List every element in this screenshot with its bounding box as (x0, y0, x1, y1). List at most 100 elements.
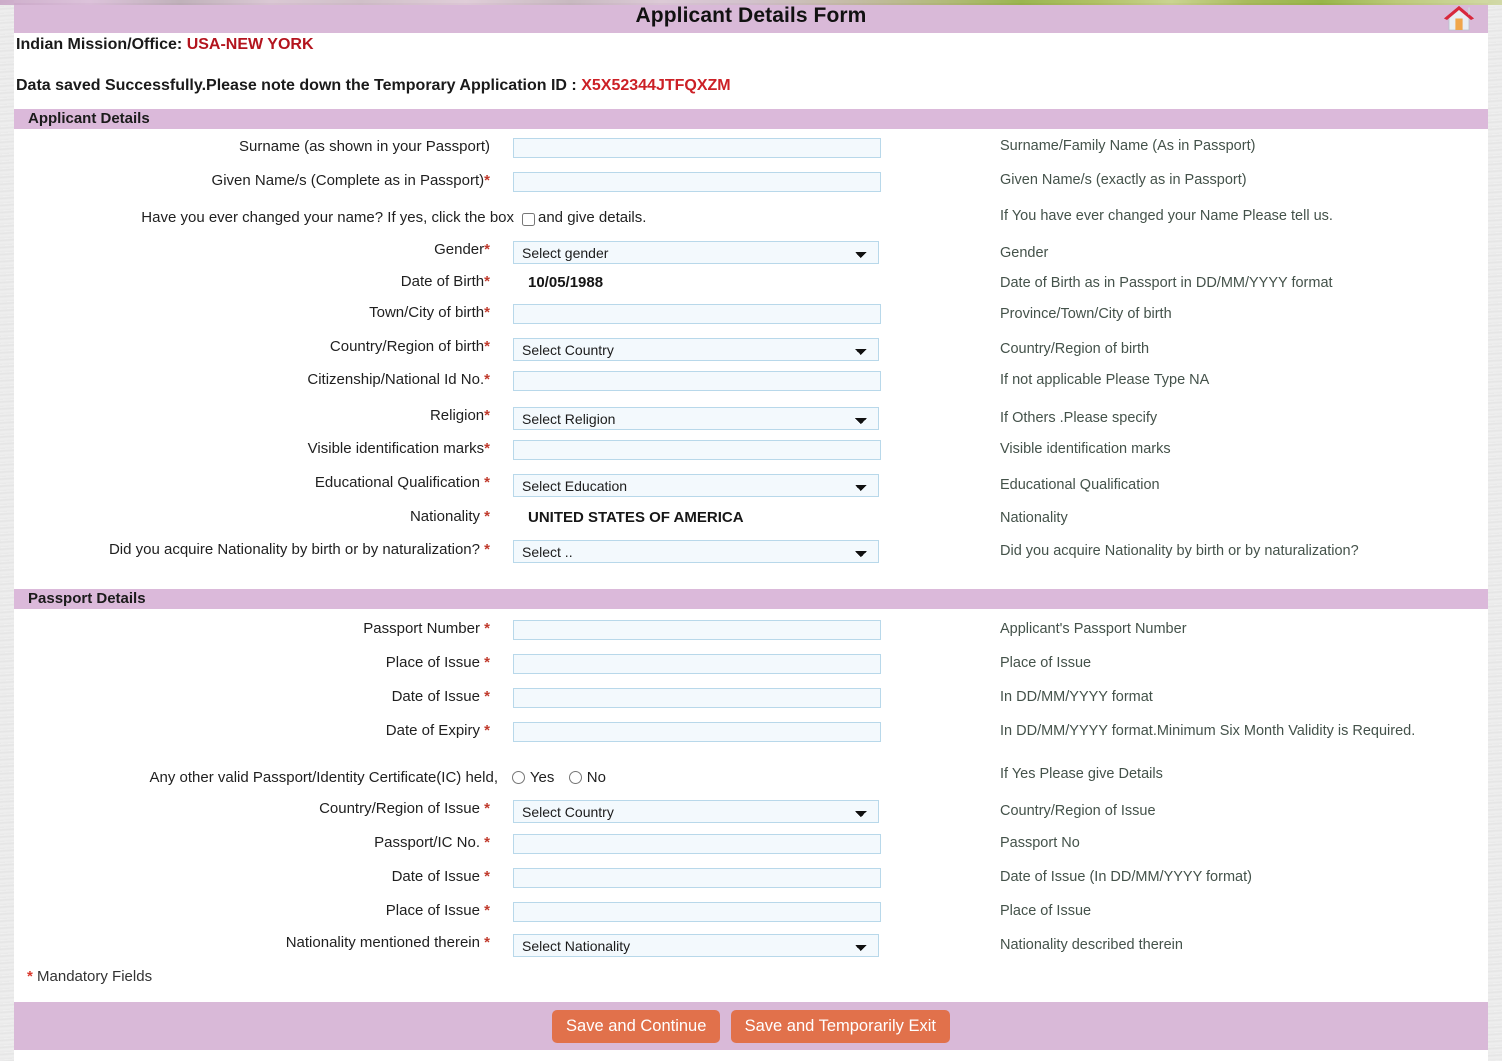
help-ic-date-of-issue: Date of Issue (In DD/MM/YYYY format) (1000, 869, 1470, 886)
label-name-changed: Have you ever changed your name? If yes,… (14, 209, 514, 226)
control-given-names (513, 172, 881, 192)
label-given-names: Given Name/s (Complete as in Passport)* (14, 172, 490, 190)
help-ic-country-of-issue: Country/Region of Issue (1000, 803, 1470, 820)
label-ic-date-of-issue: Date of Issue * (14, 868, 490, 886)
required-star: * (484, 834, 490, 851)
town-city-of-birth-input[interactable] (513, 304, 881, 324)
name-changed-checkbox[interactable] (522, 213, 535, 226)
form-row-passport-place-of-issue: Place of Issue * Place of Issue (14, 654, 1488, 682)
citizenship-id-input[interactable] (513, 371, 881, 391)
date-of-birth-value: 10/05/1988 (528, 273, 603, 293)
control-town-city-of-birth (513, 304, 881, 324)
label-passport-place-of-issue-text: Place of Issue (386, 654, 484, 671)
gender-select[interactable]: Select genderMALEFEMALETRANSGENDER (513, 241, 879, 264)
required-star: * (484, 868, 490, 885)
surname-input[interactable] (513, 138, 881, 158)
form-row-nationality: Nationality * UNITED STATES OF AMERICA N… (14, 508, 1488, 536)
control-nationality-acquired: Select ..BY BIRTHBY NATURALIZATION (513, 540, 879, 563)
form-row-religion: Religion* Select ReligionHINDUCHRISTIANI… (14, 407, 1488, 435)
label-nationality-acquired: Did you acquire Nationality by birth or … (14, 540, 490, 560)
required-star: * (484, 688, 490, 705)
passport-date-of-expiry-input[interactable] (513, 722, 881, 742)
visible-marks-input[interactable] (513, 440, 881, 460)
mission-office-label: Indian Mission/Office: (16, 36, 182, 53)
save-success-text: Data saved Successfully.Please note down… (16, 77, 577, 94)
religion-select[interactable]: Select ReligionHINDUCHRISTIANISLAMOTHERS (513, 407, 879, 430)
form-footer-bar: Save and Continue Save and Temporarily E… (14, 1002, 1488, 1050)
form-row-passport-date-of-issue: Date of Issue * In DD/MM/YYYY format (14, 688, 1488, 716)
required-star: * (484, 407, 490, 424)
form-row-surname: Surname (as shown in your Passport) Surn… (14, 138, 1488, 166)
home-icon[interactable] (1442, 3, 1476, 33)
mandatory-note-text: Mandatory Fields (37, 968, 152, 985)
page-background: Applicant Details Form Indian Mission/Of… (0, 0, 1502, 1061)
label-education: Educational Qualification * (14, 474, 490, 492)
ic-date-of-issue-input[interactable] (513, 868, 881, 888)
control-passport-date-of-expiry (513, 722, 881, 742)
required-star: * (484, 371, 490, 388)
required-star: * (484, 654, 490, 671)
label-religion: Religion* (14, 407, 490, 425)
label-citizenship-id-text: Citizenship/National Id No. (307, 371, 484, 388)
form-row-ic-date-of-issue: Date of Issue * Date of Issue (In DD/MM/… (14, 868, 1488, 896)
other-ic-radio-group: Yes No (512, 769, 616, 786)
required-star: * (484, 800, 490, 817)
label-education-text: Educational Qualification (315, 474, 484, 491)
passport-place-of-issue-input[interactable] (513, 654, 881, 674)
save-success-message: Data saved Successfully.Please note down… (16, 77, 731, 95)
other-ic-no-label[interactable]: No (587, 769, 606, 786)
other-ic-yes-radio[interactable] (512, 771, 525, 784)
form-row-ic-nationality: Nationality mentioned therein * Select N… (14, 934, 1488, 962)
control-ic-nationality: Select NationalityUNITED STATES OF AMERI… (513, 934, 879, 957)
ic-country-of-issue-select[interactable]: Select CountryUNITED STATES OF AMERICAIN… (513, 800, 879, 823)
required-star: * (484, 902, 490, 919)
form-row-nationality-acquired: Did you acquire Nationality by birth or … (14, 540, 1488, 584)
control-citizenship-id (513, 371, 881, 391)
education-select[interactable]: Select EducationGRADUATEPOST GRADUATEOTH… (513, 474, 879, 497)
label-passport-date-of-issue-text: Date of Issue (392, 688, 485, 705)
help-date-of-birth: Date of Birth as in Passport in DD/MM/YY… (1000, 275, 1470, 292)
required-star: * (484, 722, 490, 739)
help-ic-number: Passport No (1000, 835, 1470, 852)
other-ic-no-radio[interactable] (569, 771, 582, 784)
label-ic-number-text: Passport/IC No. (374, 834, 484, 851)
temporary-application-id: X5X52344JTFQXZM (581, 77, 730, 94)
passport-date-of-issue-input[interactable] (513, 688, 881, 708)
required-star: * (484, 474, 490, 491)
required-star: * (484, 541, 490, 558)
label-visible-marks: Visible identification marks* (14, 440, 490, 458)
required-star: * (484, 934, 490, 951)
ic-place-of-issue-input[interactable] (513, 902, 881, 922)
help-passport-date-of-issue: In DD/MM/YYYY format (1000, 689, 1470, 706)
given-names-input[interactable] (513, 172, 881, 192)
page-title-banner: Applicant Details Form (14, 3, 1488, 33)
section-header-applicant-details: Applicant Details (14, 109, 1488, 129)
save-and-continue-button[interactable]: Save and Continue (552, 1010, 720, 1043)
help-town-city-of-birth: Province/Town/City of birth (1000, 306, 1470, 323)
ic-number-input[interactable] (513, 834, 881, 854)
label-given-names-text: Given Name/s (Complete as in Passport) (212, 172, 485, 189)
control-religion: Select ReligionHINDUCHRISTIANISLAMOTHERS (513, 407, 879, 430)
form-row-gender: Gender* Select genderMALEFEMALETRANSGEND… (14, 241, 1488, 269)
control-ic-number (513, 834, 881, 854)
label-ic-country-of-issue-text: Country/Region of Issue (319, 800, 484, 817)
decorative-top-image-strip (0, 0, 1502, 5)
label-nationality-acquired-text: Did you acquire Nationality by birth or … (109, 541, 480, 558)
label-gender-text: Gender (434, 241, 484, 258)
label-passport-date-of-issue: Date of Issue * (14, 688, 490, 706)
help-gender: Gender (1000, 245, 1470, 262)
label-ic-number: Passport/IC No. * (14, 834, 490, 852)
ic-nationality-select[interactable]: Select NationalityUNITED STATES OF AMERI… (513, 934, 879, 957)
label-town-city-of-birth: Town/City of birth* (14, 304, 490, 322)
form-row-country-of-birth: Country/Region of birth* Select CountryU… (14, 338, 1488, 366)
passport-number-input[interactable] (513, 620, 881, 640)
form-row-date-of-birth: Date of Birth* 10/05/1988 Date of Birth … (14, 273, 1488, 301)
label-ic-place-of-issue: Place of Issue * (14, 902, 490, 920)
nationality-acquired-select[interactable]: Select ..BY BIRTHBY NATURALIZATION (513, 540, 879, 563)
save-and-temporarily-exit-button[interactable]: Save and Temporarily Exit (731, 1010, 950, 1043)
help-ic-nationality: Nationality described therein (1000, 937, 1470, 954)
other-ic-yes-label[interactable]: Yes (530, 769, 554, 786)
country-of-birth-select[interactable]: Select CountryUNITED STATES OF AMERICAIN… (513, 338, 879, 361)
label-passport-number: Passport Number * (14, 620, 490, 638)
required-star: * (484, 304, 490, 321)
